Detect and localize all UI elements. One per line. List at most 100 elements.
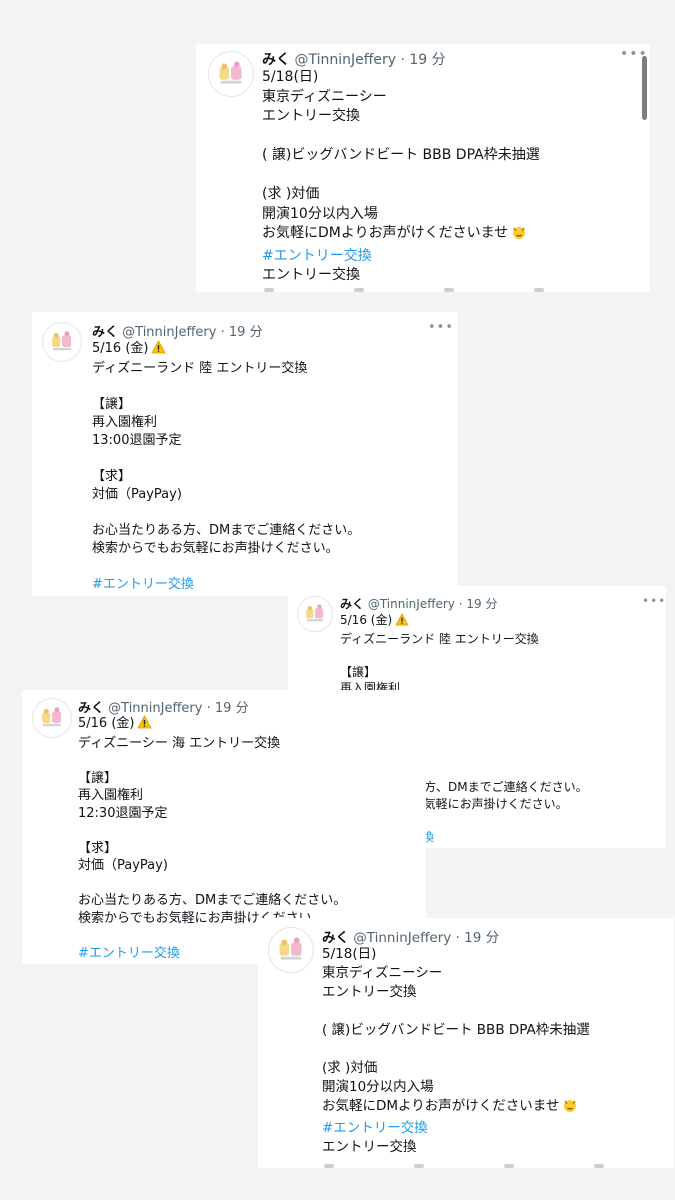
- date-text: 5/16 (金): [92, 341, 149, 356]
- tweet-title: ディズニーシー 海 エントリー交換: [78, 735, 281, 751]
- separator: ·: [458, 597, 463, 611]
- tweet-line: 【求】: [78, 840, 118, 856]
- tweet-line: 5/18(日): [262, 69, 319, 85]
- display-name[interactable]: みく: [340, 597, 364, 611]
- date-text: 5/16 (金): [78, 716, 135, 731]
- action-bar-cutoff: [264, 288, 544, 292]
- tweet-card-5[interactable]: みく @TinninJeffery · 19 分 5/18(日) 東京ディズニー…: [258, 918, 674, 1168]
- user-handle[interactable]: @TinninJeffery: [108, 701, 202, 716]
- scrollbar[interactable]: [642, 56, 647, 120]
- tweet-line: お気軽にDMよりお声がけくださいませ: [322, 1097, 590, 1119]
- tweet-text: お気軽にDMよりお声がけくださいませ: [262, 225, 509, 241]
- avatar-illustration-icon: [219, 61, 242, 84]
- more-icon[interactable]: •••: [428, 320, 454, 335]
- tweet-line: エントリー交換: [262, 267, 360, 283]
- tweet-line: 開演10分以内入場: [262, 205, 378, 222]
- warning-icon: [395, 613, 409, 631]
- tweet-line: 対価（PayPay): [92, 487, 182, 502]
- tweet-card-2[interactable]: みく @TinninJeffery · 19 分 ••• 5/16 (金) ディ…: [32, 312, 458, 596]
- date-text: 5/16 (金): [340, 613, 393, 627]
- tweet-header: みく @TinninJeffery · 19 分: [322, 926, 499, 946]
- more-icon[interactable]: •••: [642, 594, 666, 608]
- display-name[interactable]: みく: [262, 52, 290, 68]
- tweet-body: 5/16 (金) ディズニーランド 陸 エントリー交換 【譲】 再入園権利 13…: [92, 340, 360, 594]
- hands-emoji-icon: [511, 224, 527, 247]
- timestamp[interactable]: 19 分: [229, 325, 263, 340]
- timestamp[interactable]: 19 分: [215, 701, 249, 716]
- tweet-line: 5/16 (金): [92, 340, 360, 360]
- display-name[interactable]: みく: [78, 701, 104, 716]
- avatar[interactable]: [32, 698, 72, 738]
- tweet-body: 5/18(日) 東京ディズニーシー エントリー交換 ( 譲)ビッグバンドビート …: [322, 945, 590, 1157]
- user-handle[interactable]: @TinninJeffery: [294, 52, 396, 68]
- tweet-line: 5/16 (金): [78, 715, 346, 735]
- tweet-line: お気軽にDMよりお声がけくださいませ: [262, 224, 540, 247]
- tweet-line: 対価（PayPay): [78, 858, 168, 873]
- tweet-title: ディズニーランド 陸 エントリー交換: [92, 361, 308, 376]
- tweet-line: 再入園権利: [92, 415, 158, 430]
- tweet-line: 開演10分以内入場: [322, 1079, 434, 1095]
- tweet-line: 13:00退園予定: [92, 433, 182, 448]
- avatar[interactable]: [297, 596, 333, 632]
- hashtag-link[interactable]: #エントリー交換: [262, 247, 540, 267]
- tweet-line: ( 譲)ビッグバンドビート BBB DPA枠未抽選: [322, 1022, 590, 1038]
- tweet-line: (求 )対価: [322, 1060, 378, 1076]
- warning-icon: [137, 715, 153, 735]
- avatar-illustration-icon: [279, 937, 302, 960]
- tweet-line: 【譲】: [340, 664, 377, 679]
- separator: ·: [220, 325, 225, 340]
- tweet-header: みく @TinninJeffery · 19 分: [262, 49, 446, 69]
- tweet-line: 東京ディズニーシー: [322, 965, 443, 981]
- tweet-title: ディズニーランド 陸 エントリー交換: [340, 631, 539, 646]
- tweet-line: 検索からでもお気軽にお声掛けください。: [92, 541, 339, 556]
- user-handle[interactable]: @TinninJeffery: [122, 325, 216, 340]
- avatar[interactable]: [208, 51, 254, 97]
- timestamp[interactable]: 19 分: [409, 52, 445, 68]
- tweet-text: お気軽にDMよりお声がけくださいませ: [322, 1098, 560, 1114]
- tweet-line: 東京ディズニーシー: [262, 88, 387, 105]
- avatar-illustration-icon: [42, 707, 62, 727]
- separator: ·: [400, 52, 405, 68]
- timestamp[interactable]: 19 分: [464, 930, 499, 946]
- tweet-line: (求 )対価: [262, 186, 320, 202]
- tweet-line: 12:30退園予定: [78, 805, 168, 821]
- tweet-line: お心当たりある方、DMまでご連絡ください。: [78, 893, 347, 908]
- display-name[interactable]: みく: [92, 325, 118, 340]
- warning-icon: [151, 340, 167, 360]
- tweet-line: ( 譲)ビッグバンドビート BBB DPA枠未抽選: [262, 147, 540, 163]
- avatar[interactable]: [268, 927, 314, 973]
- tweet-line: お心当たりある方、DMまでご連絡ください。: [92, 523, 361, 538]
- tweet-line: 【求】: [92, 469, 132, 484]
- separator: ·: [206, 701, 211, 716]
- hashtag-link[interactable]: #エントリー交換: [322, 1119, 590, 1138]
- tweet-header: みく @TinninJeffery · 19 分: [78, 697, 249, 716]
- separator: ·: [455, 930, 460, 946]
- tweet-line: 【譲】: [92, 397, 132, 412]
- avatar[interactable]: [42, 322, 82, 362]
- tweet-header: みく @TinninJeffery · 19 分: [340, 595, 497, 612]
- avatar-illustration-icon: [306, 604, 324, 622]
- tweet-line: 再入園権利: [78, 788, 144, 803]
- tweet-line: エントリー交換: [322, 984, 417, 1000]
- avatar-illustration-icon: [52, 331, 72, 351]
- action-bar-cutoff: [324, 1164, 604, 1168]
- tweet-header: みく @TinninJeffery · 19 分: [92, 321, 263, 340]
- tweet-line: 【譲】: [78, 770, 118, 786]
- user-handle[interactable]: @TinninJeffery: [353, 930, 451, 946]
- tweet-line: エントリー交換: [262, 108, 360, 124]
- display-name[interactable]: みく: [322, 930, 349, 946]
- user-handle[interactable]: @TinninJeffery: [368, 597, 455, 611]
- tweet-line: エントリー交換: [322, 1139, 417, 1155]
- timestamp[interactable]: 19 分: [466, 597, 497, 611]
- hands-emoji-icon: [562, 1097, 578, 1119]
- tweet-card-1[interactable]: みく @TinninJeffery · 19 分 ••• 5/18(日) 東京デ…: [196, 44, 650, 292]
